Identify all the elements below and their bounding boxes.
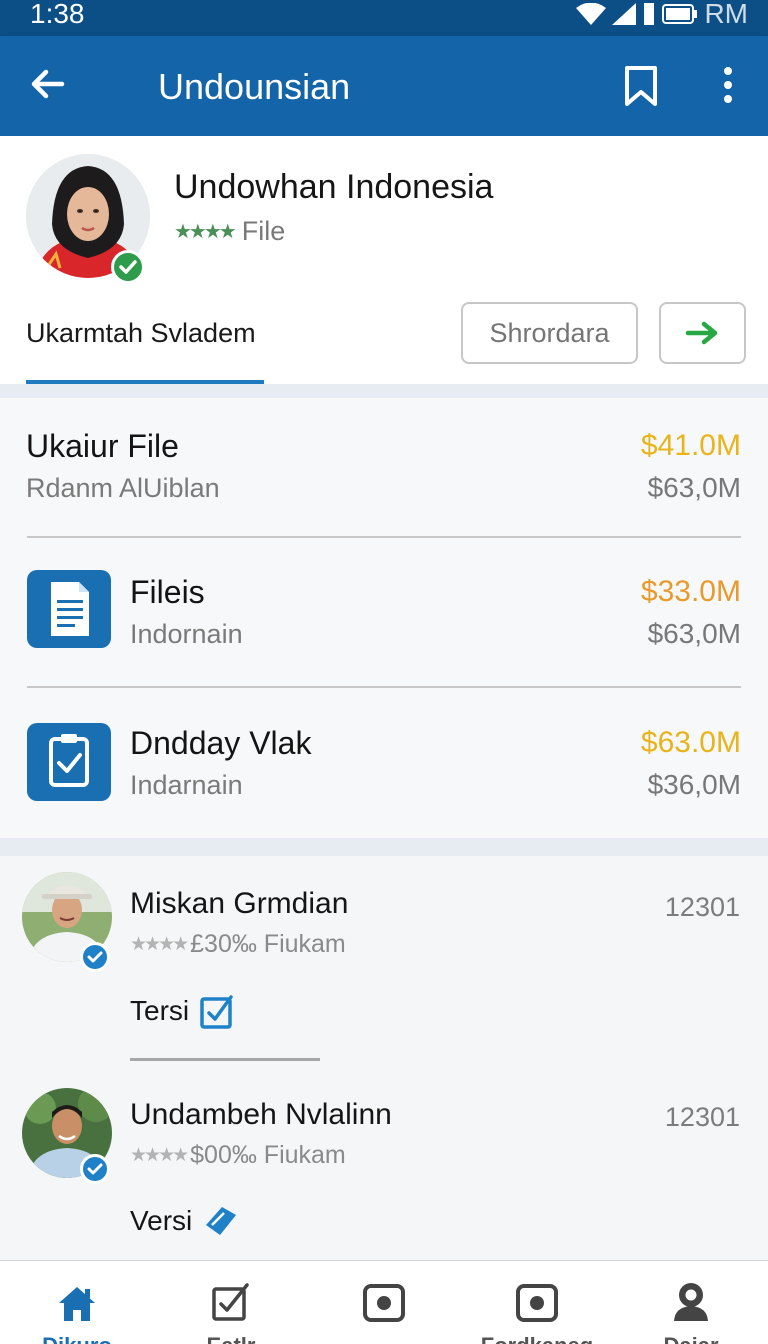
person-meta: ★★★★ £30‰ Fiukam (130, 930, 346, 959)
rating-stars-icon: ★★★★ (174, 221, 237, 243)
wifi-icon (576, 3, 607, 25)
battery-icon (662, 4, 698, 24)
arrow-right-icon (685, 321, 717, 345)
nav-item-edit[interactable]: Eatlr (154, 1261, 308, 1344)
file-title: Fileis (130, 574, 205, 610)
person-meta-text: £30‰ Fiukam (190, 930, 346, 958)
tag-icon (206, 1207, 237, 1235)
list-item[interactable]: Dndday Vlak Indarnain $63.0M $36,0M (0, 688, 768, 828)
person-name: Miskan Grmdian (130, 887, 349, 920)
file-subtitle: Rdanm AlUiblan (26, 473, 220, 503)
status-bar: 1:38 RM (0, 0, 768, 36)
section-divider (0, 838, 768, 856)
file-subtitle: Indornain (130, 619, 243, 649)
person-name: Undambeh Nvlalinn (130, 1098, 392, 1131)
section-divider (0, 384, 768, 398)
page-title: Undounsian (158, 66, 351, 107)
secondary-button[interactable]: Shrordara (461, 302, 638, 364)
nav-label: Eatlr (154, 1333, 308, 1344)
person-count: 12301 (664, 1102, 740, 1132)
rating-stars-icon: ★★★★ (130, 1145, 189, 1166)
bottom-nav: Dikuro Eatlr Fordkaneg Daiar (0, 1260, 768, 1344)
divider (130, 1058, 320, 1061)
amount-secondary: $36,0M (647, 769, 741, 800)
sim-icon (644, 3, 655, 25)
file-title: Dndday Vlak (130, 725, 312, 761)
verified-badge-icon (111, 250, 145, 284)
app-bar: Undounsian (0, 36, 768, 136)
amount-primary: $63.0M (640, 726, 741, 759)
verified-badge-icon (80, 942, 110, 972)
list-item[interactable]: Ukaiur File Rdanm AlUiblan $41.0M $63,0M (0, 398, 768, 538)
nav-item-home[interactable]: Dikuro (0, 1261, 154, 1344)
person-meta: ★★★★ $00‰ Fiukam (130, 1141, 346, 1170)
record-icon (516, 1284, 558, 1322)
person-meta-text: $00‰ Fiukam (190, 1141, 346, 1169)
amount-secondary: $63,0M (647, 618, 741, 649)
profile-subtitle: File (241, 216, 286, 246)
person-icon (674, 1283, 708, 1321)
tab-active[interactable]: Ukarmtah Svladem (26, 318, 256, 349)
nav-item-profile[interactable]: Daiar (614, 1261, 768, 1344)
amount-primary: $41.0M (640, 429, 741, 462)
files-list: Ukaiur File Rdanm AlUiblan $41.0M $63,0M… (0, 398, 768, 838)
status-time: 1:38 (30, 0, 85, 29)
nav-label: Daiar (614, 1333, 768, 1344)
nav-item-record[interactable] (307, 1261, 461, 1344)
profile-header: Undowhan Indonesia ★★★★ File Ukarmtah Sv… (0, 136, 768, 386)
rating-stars-icon: ★★★★ (130, 934, 189, 955)
signal-icon (612, 3, 637, 25)
document-icon (27, 570, 111, 648)
list-item[interactable]: Fileis Indornain $33.0M $63,0M (0, 538, 768, 678)
status-label: RM (704, 0, 748, 29)
nav-item-record-alt[interactable]: Fordkaneg (460, 1261, 614, 1344)
profile-name: Undowhan Indonesia (174, 168, 494, 206)
nav-label: Dikuro (0, 1333, 154, 1344)
person-action-label: Versi (130, 1205, 193, 1236)
person-action[interactable]: Versi (130, 1203, 240, 1239)
profile-rating: ★★★★ File (174, 216, 285, 247)
forward-button[interactable] (659, 302, 746, 364)
person-count: 12301 (664, 892, 740, 922)
person-action-label: Tersi (130, 995, 190, 1026)
person-action[interactable]: Tersi (130, 992, 237, 1030)
back-arrow-icon[interactable] (28, 64, 68, 104)
people-list (0, 856, 768, 1260)
verified-badge-icon (80, 1154, 110, 1184)
bookmark-icon[interactable] (620, 64, 662, 108)
record-icon (363, 1284, 405, 1322)
amount-secondary: $63,0M (647, 472, 741, 503)
file-title: Ukaiur File (26, 428, 179, 464)
file-subtitle: Indarnain (130, 770, 243, 800)
edit-checklist-icon (212, 1283, 249, 1321)
more-vert-icon[interactable] (712, 64, 744, 108)
status-icons: RM (576, 0, 748, 28)
amount-primary: $33.0M (640, 575, 741, 608)
edit-checklist-icon (200, 995, 233, 1029)
nav-label: Fordkaneg (460, 1333, 614, 1344)
clipboard-check-icon (27, 723, 111, 801)
home-icon (59, 1287, 95, 1321)
